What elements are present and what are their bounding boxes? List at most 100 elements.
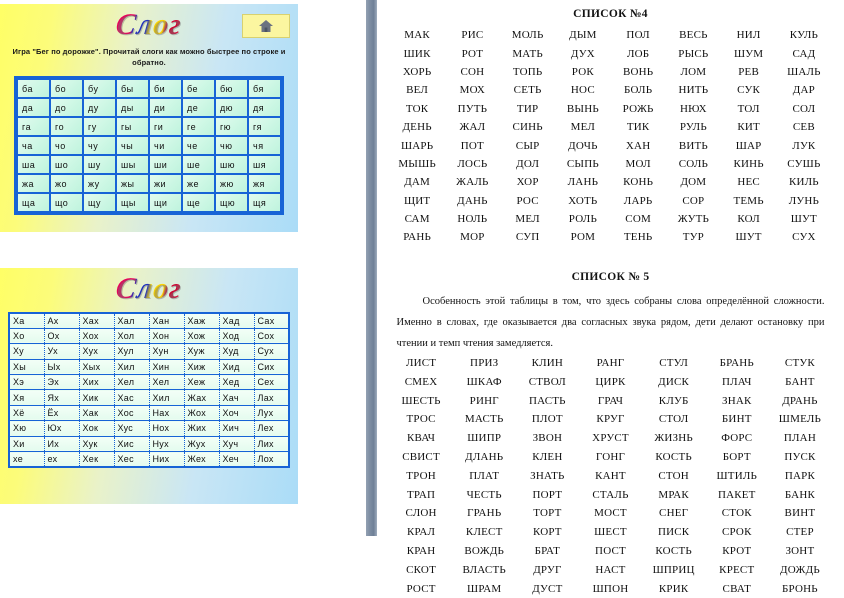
x-syllable-cell[interactable]: Хук [78, 435, 114, 453]
x-syllable-cell[interactable]: Ях [43, 389, 79, 406]
x-syllable-cell[interactable]: Нах [148, 404, 184, 422]
syllable-cell[interactable]: що [50, 193, 83, 212]
x-syllable-cell[interactable]: Хю [9, 420, 44, 437]
syllable-cell[interactable]: ги [149, 117, 182, 136]
x-syllable-cell[interactable]: Хых [78, 358, 114, 376]
syllable-cell[interactable]: ба [17, 79, 50, 98]
syllable-cell[interactable]: ды [116, 98, 149, 117]
syllable-cell[interactable]: бя [248, 79, 281, 98]
x-syllable-cell[interactable]: Хил [113, 358, 149, 376]
syllable-cell[interactable]: шю [215, 155, 248, 174]
x-syllable-cell[interactable]: Хос [113, 404, 149, 422]
syllable-cell[interactable]: жа [17, 174, 50, 193]
syllable-cell[interactable]: щу [83, 193, 116, 212]
x-syllable-cell[interactable]: Хик [78, 389, 114, 406]
x-syllable-cell[interactable]: Хож [183, 327, 219, 345]
x-syllable-cell[interactable]: Хё [9, 404, 44, 422]
x-syllable-cell[interactable]: Жих [183, 420, 219, 437]
syllable-cell[interactable]: шо [50, 155, 83, 174]
x-syllable-cell[interactable]: Хы [9, 358, 44, 376]
x-syllable-cell[interactable]: Сех [253, 374, 289, 391]
syllable-cell[interactable]: ге [182, 117, 215, 136]
x-syllable-cell[interactable]: Хис [113, 435, 149, 453]
x-syllable-cell[interactable]: Хэ [9, 374, 44, 391]
syllable-cell[interactable]: гы [116, 117, 149, 136]
syllable-cell[interactable]: гу [83, 117, 116, 136]
syllable-cell[interactable]: дя [248, 98, 281, 117]
x-syllable-cell[interactable]: Хон [148, 327, 184, 345]
x-syllable-cell[interactable]: Хас [113, 389, 149, 406]
syllable-cell[interactable]: ша [17, 155, 50, 174]
x-syllable-cell[interactable]: Сох [253, 327, 289, 345]
x-syllable-cell[interactable]: Ух [43, 343, 79, 360]
x-syllable-cell[interactable]: Хул [113, 343, 149, 360]
x-syllable-cell[interactable]: Хун [148, 343, 184, 360]
x-syllable-cell[interactable]: Хах [78, 312, 114, 329]
x-syllable-cell[interactable]: Жех [183, 451, 219, 468]
syllable-cell[interactable]: шя [248, 155, 281, 174]
x-syllable-cell[interactable]: Юх [43, 420, 79, 437]
x-syllable-cell[interactable]: Ах [43, 312, 79, 329]
syllable-cell[interactable]: чю [215, 136, 248, 155]
syllable-cell[interactable]: жо [50, 174, 83, 193]
x-syllable-cell[interactable]: Лих [253, 435, 289, 453]
x-syllable-cell[interactable]: Жох [183, 404, 219, 422]
home-button[interactable] [242, 14, 290, 38]
x-syllable-cell[interactable]: Хек [78, 451, 114, 468]
x-syllable-cell[interactable]: Хеж [183, 374, 219, 391]
x-syllable-cell[interactable]: Жух [183, 435, 219, 453]
x-syllable-cell[interactable]: Хох [78, 327, 114, 345]
syllable-cell[interactable]: да [17, 98, 50, 117]
syllable-cell[interactable]: бу [83, 79, 116, 98]
x-syllable-cell[interactable]: Сух [253, 343, 289, 360]
syllable-cell[interactable]: чи [149, 136, 182, 155]
x-syllable-cell[interactable]: Их [43, 435, 79, 453]
x-syllable-cell[interactable]: Ох [43, 327, 79, 345]
syllable-cell[interactable]: ще [182, 193, 215, 212]
x-syllable-cell[interactable]: Хиж [183, 358, 219, 376]
syllable-cell[interactable]: че [182, 136, 215, 155]
x-syllable-cell[interactable]: Хел [148, 374, 184, 391]
x-syllable-cell[interactable]: Ход [218, 327, 254, 345]
syllable-cell[interactable]: щи [149, 193, 182, 212]
syllable-cell[interactable]: ча [17, 136, 50, 155]
syllable-cell[interactable]: шы [116, 155, 149, 174]
x-syllable-cell[interactable]: Хуж [183, 343, 219, 360]
syllable-cell[interactable]: га [17, 117, 50, 136]
x-syllable-cell[interactable]: Лех [253, 420, 289, 437]
x-syllable-cell[interactable]: Сах [253, 312, 289, 329]
syllable-cell[interactable]: щю [215, 193, 248, 212]
x-syllable-cell[interactable]: Хес [113, 451, 149, 468]
x-syllable-cell[interactable]: Ых [43, 358, 79, 376]
syllable-cell[interactable]: жи [149, 174, 182, 193]
x-syllable-cell[interactable]: Хи [9, 435, 44, 453]
x-syllable-cell[interactable]: Хаж [183, 312, 219, 329]
syllable-cell[interactable]: жу [83, 174, 116, 193]
x-syllable-cell[interactable]: Хих [78, 374, 114, 391]
x-syllable-cell[interactable]: Хуч [218, 435, 254, 453]
syllable-cell[interactable]: ди [149, 98, 182, 117]
syllable-cell[interactable]: бю [215, 79, 248, 98]
syllable-cell[interactable]: же [182, 174, 215, 193]
x-syllable-cell[interactable]: Хич [218, 420, 254, 437]
x-syllable-cell[interactable]: ех [43, 451, 79, 468]
x-syllable-cell[interactable]: Хил [148, 389, 184, 406]
x-syllable-cell[interactable]: хе [9, 451, 44, 468]
syllable-cell[interactable]: чы [116, 136, 149, 155]
x-syllable-cell[interactable]: Нох [148, 420, 184, 437]
x-syllable-cell[interactable]: Хал [113, 312, 149, 329]
syllable-cell[interactable]: ши [149, 155, 182, 174]
x-syllable-cell[interactable]: Эх [43, 374, 79, 391]
x-syllable-cell[interactable]: Хач [218, 389, 254, 406]
x-syllable-cell[interactable]: Хус [113, 420, 149, 437]
x-syllable-cell[interactable]: Хеч [218, 451, 254, 468]
x-syllable-cell[interactable]: Хок [78, 420, 114, 437]
syllable-cell[interactable]: чу [83, 136, 116, 155]
syllable-cell[interactable]: ше [182, 155, 215, 174]
syllable-cell[interactable]: до [50, 98, 83, 117]
syllable-cell[interactable]: бо [50, 79, 83, 98]
syllable-cell[interactable]: гя [248, 117, 281, 136]
x-syllable-cell[interactable]: Хол [113, 327, 149, 345]
syllable-cell[interactable]: го [50, 117, 83, 136]
syllable-cell[interactable]: жя [248, 174, 281, 193]
